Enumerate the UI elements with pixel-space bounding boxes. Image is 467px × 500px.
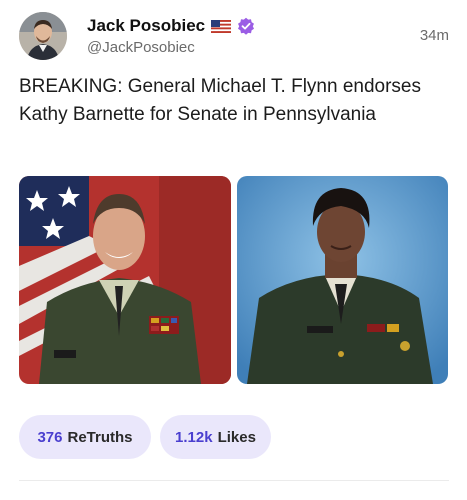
- post-image-right[interactable]: [237, 176, 448, 384]
- likes-button[interactable]: 1.12k Likes: [160, 415, 271, 459]
- post-text: BREAKING: General Michael T. Flynn endor…: [19, 76, 421, 125]
- post-timestamp[interactable]: 34m: [420, 27, 449, 44]
- retruths-label: ReTruths: [67, 428, 133, 446]
- author-name-row: Jack Posobiec: [87, 16, 255, 36]
- author-name[interactable]: Jack Posobiec: [87, 16, 205, 36]
- verified-badge-icon: [238, 17, 255, 35]
- post-header: Jack Posobiec @JackPosobiec 34m: [19, 12, 449, 62]
- photo-general-flynn: [19, 176, 231, 384]
- likes-label: Likes: [217, 428, 256, 446]
- post-image-left[interactable]: [19, 176, 231, 384]
- retruths-count: 376: [37, 428, 63, 446]
- avatar-image: [19, 12, 67, 60]
- author-handle[interactable]: @JackPosobiec: [87, 39, 195, 56]
- photo-kathy-barnette: [237, 176, 448, 384]
- post-divider: [19, 480, 449, 481]
- author-avatar[interactable]: [19, 12, 67, 60]
- likes-count: 1.12k: [175, 428, 213, 446]
- us-flag-icon: [211, 19, 232, 33]
- retruths-button[interactable]: 376 ReTruths: [19, 415, 151, 459]
